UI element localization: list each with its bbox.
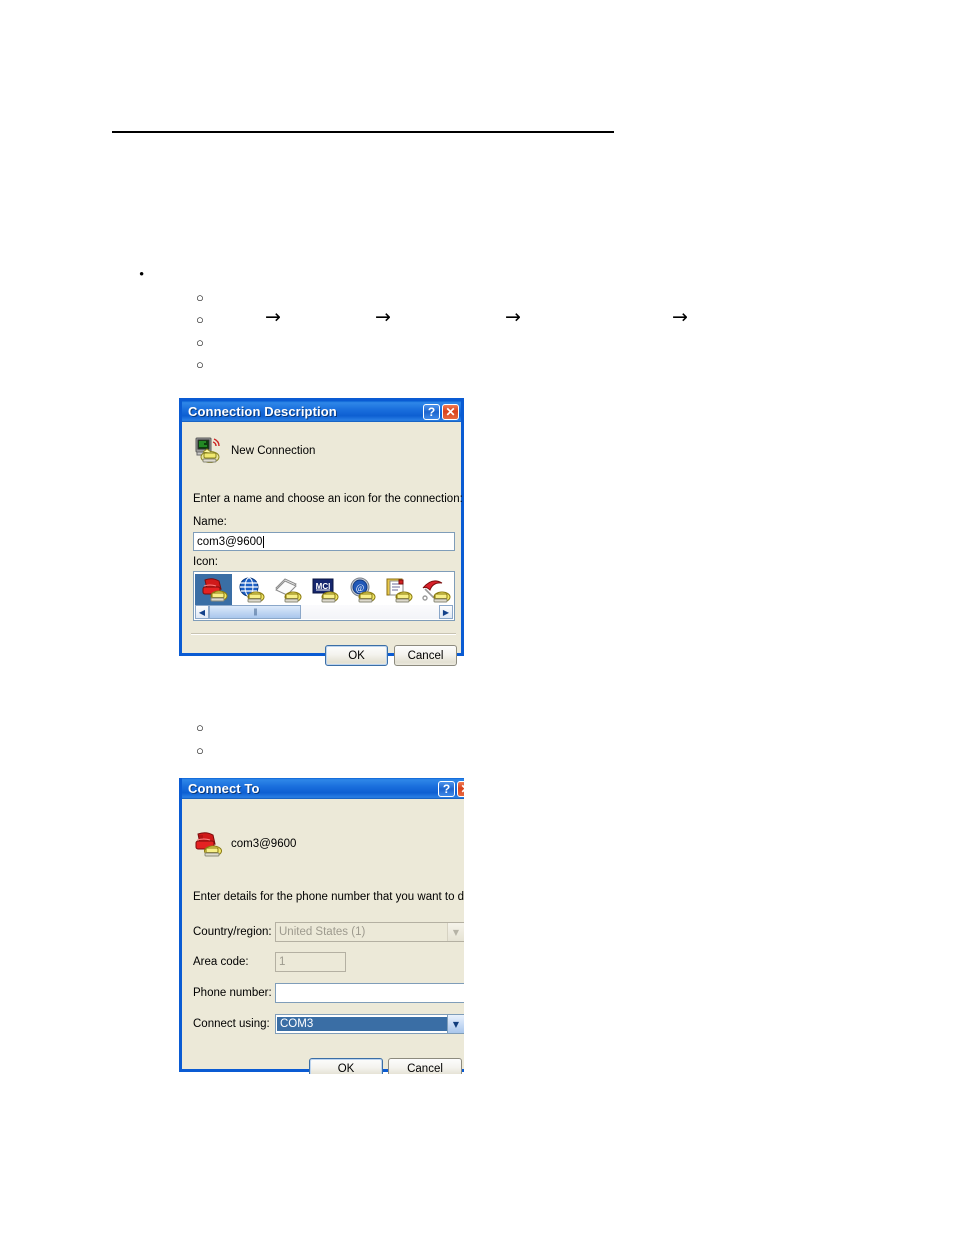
button-area-separator [191, 633, 456, 635]
connect-to-connection-name: com3@9600 [231, 838, 297, 850]
connection-instruction: Enter a name and choose an icon for the … [193, 493, 463, 505]
phone-number-label: Phone number: [193, 987, 272, 999]
close-button[interactable]: ✕ [457, 780, 464, 797]
svg-text:@: @ [355, 583, 363, 593]
country-region-value: United States (1) [279, 926, 366, 938]
list-bullet-level2-c: ○ [196, 335, 204, 350]
icon-option-at-globe[interactable]: @ [343, 574, 380, 607]
connect-to-header: com3@9600 [193, 829, 296, 859]
connect-to-instruction: Enter details for the phone number that … [193, 891, 464, 903]
step-arrow-2: → [375, 306, 391, 328]
step-arrow-1: → [265, 306, 281, 328]
icon-strip: MCI @ [194, 572, 454, 607]
red-phone-modem-icon [195, 832, 222, 857]
connect-using-select[interactable]: COM3 ▼ [275, 1014, 464, 1034]
icon-option-red-phone[interactable] [195, 573, 232, 607]
area-code-label: Area code: [193, 956, 249, 968]
blue-globe-icon [239, 577, 264, 603]
scroll-right-arrow-icon[interactable]: ▶ [439, 605, 453, 619]
new-connection-label: New Connection [231, 445, 316, 457]
list-bullet-level2-b: ○ [196, 312, 204, 327]
mci-logo-icon: MCI [312, 578, 338, 603]
name-input[interactable]: com3@9600 [193, 532, 455, 551]
new-connection-header: New Connection [193, 436, 315, 466]
red-umbrella-icon [421, 580, 450, 603]
icon-option-red-umbrella[interactable] [417, 574, 454, 607]
name-input-value: com3@9600 [197, 535, 263, 548]
header-divider-rule [112, 131, 614, 133]
at-globe-icon: @ [350, 577, 375, 603]
connection-description-title: Connection Description [188, 404, 337, 419]
area-code-input[interactable]: 1 [275, 952, 346, 972]
area-code-value: 1 [279, 956, 286, 968]
icon-option-document-notepad[interactable] [380, 574, 417, 607]
icon-listbox[interactable]: MCI @ ◀ ||| ▶ [193, 571, 455, 621]
text-cursor [263, 535, 265, 548]
connect-using-value: COM3 [277, 1017, 447, 1031]
document-notepad-icon [386, 578, 412, 603]
red-phone-icon [202, 578, 227, 602]
icon-option-mci[interactable]: MCI [306, 574, 343, 607]
icon-option-blue-globe[interactable] [232, 574, 269, 607]
new-connection-computer-phone-icon [195, 437, 220, 463]
help-button[interactable]: ? [438, 780, 455, 797]
cancel-button[interactable]: Cancel [394, 645, 457, 666]
ok-button[interactable]: OK [309, 1058, 383, 1074]
list-bullet-level1: • [139, 267, 145, 283]
close-x-icon: ✕ [460, 783, 464, 795]
list-bullet-level2-f: ○ [196, 743, 204, 758]
close-x-icon: ✕ [445, 404, 456, 419]
step-arrow-4: → [672, 306, 688, 328]
cancel-button[interactable]: Cancel [388, 1058, 462, 1074]
scrollbar-track[interactable]: ||| [209, 605, 439, 619]
chevron-down-icon[interactable]: ▼ [447, 1015, 464, 1033]
connect-to-titlebar[interactable]: Connect To ? ✕ [179, 778, 464, 799]
question-mark-icon: ? [427, 404, 436, 419]
question-mark-icon: ? [442, 781, 451, 796]
connect-using-label: Connect using: [193, 1018, 270, 1030]
scrollbar-thumb[interactable]: ||| [209, 605, 301, 619]
name-field-label: Name: [193, 516, 227, 528]
help-button[interactable]: ? [423, 403, 440, 420]
icon-list-horizontal-scrollbar[interactable]: ◀ ||| ▶ [195, 605, 453, 619]
list-bullet-level2-d: ○ [196, 357, 204, 372]
ok-button[interactable]: OK [325, 645, 388, 666]
icon-field-label: Icon: [193, 556, 218, 568]
connection-description-titlebar[interactable]: Connection Description ? ✕ [179, 398, 464, 422]
paper-stack-icon [274, 578, 301, 603]
titlebar-buttons: ? ✕ [438, 780, 464, 797]
titlebar-buttons: ? ✕ [423, 403, 459, 420]
document-page: • ○ ○ ○ ○ → → → → ○ ○ Connection Descrip… [0, 0, 954, 1235]
connection-description-dialog: Connection Description ? ✕ New Connectio… [179, 398, 464, 666]
close-button[interactable]: ✕ [442, 403, 459, 420]
chevron-down-icon[interactable]: ▼ [447, 923, 464, 941]
step-arrow-3: → [505, 306, 521, 328]
list-bullet-level2-a: ○ [196, 290, 204, 305]
connect-to-title: Connect To [188, 781, 260, 796]
connect-to-dialog: Connect To ? ✕ [179, 778, 464, 1074]
icon-option-paper-stack[interactable] [269, 574, 306, 607]
phone-number-input[interactable] [275, 983, 464, 1003]
country-region-label: Country/region: [193, 926, 272, 938]
scroll-left-arrow-icon[interactable]: ◀ [195, 605, 209, 619]
country-region-select[interactable]: United States (1) ▼ [275, 922, 464, 942]
list-bullet-level2-e: ○ [196, 720, 204, 735]
connect-to-dialog-clip: Connect To ? ✕ [179, 778, 464, 1074]
